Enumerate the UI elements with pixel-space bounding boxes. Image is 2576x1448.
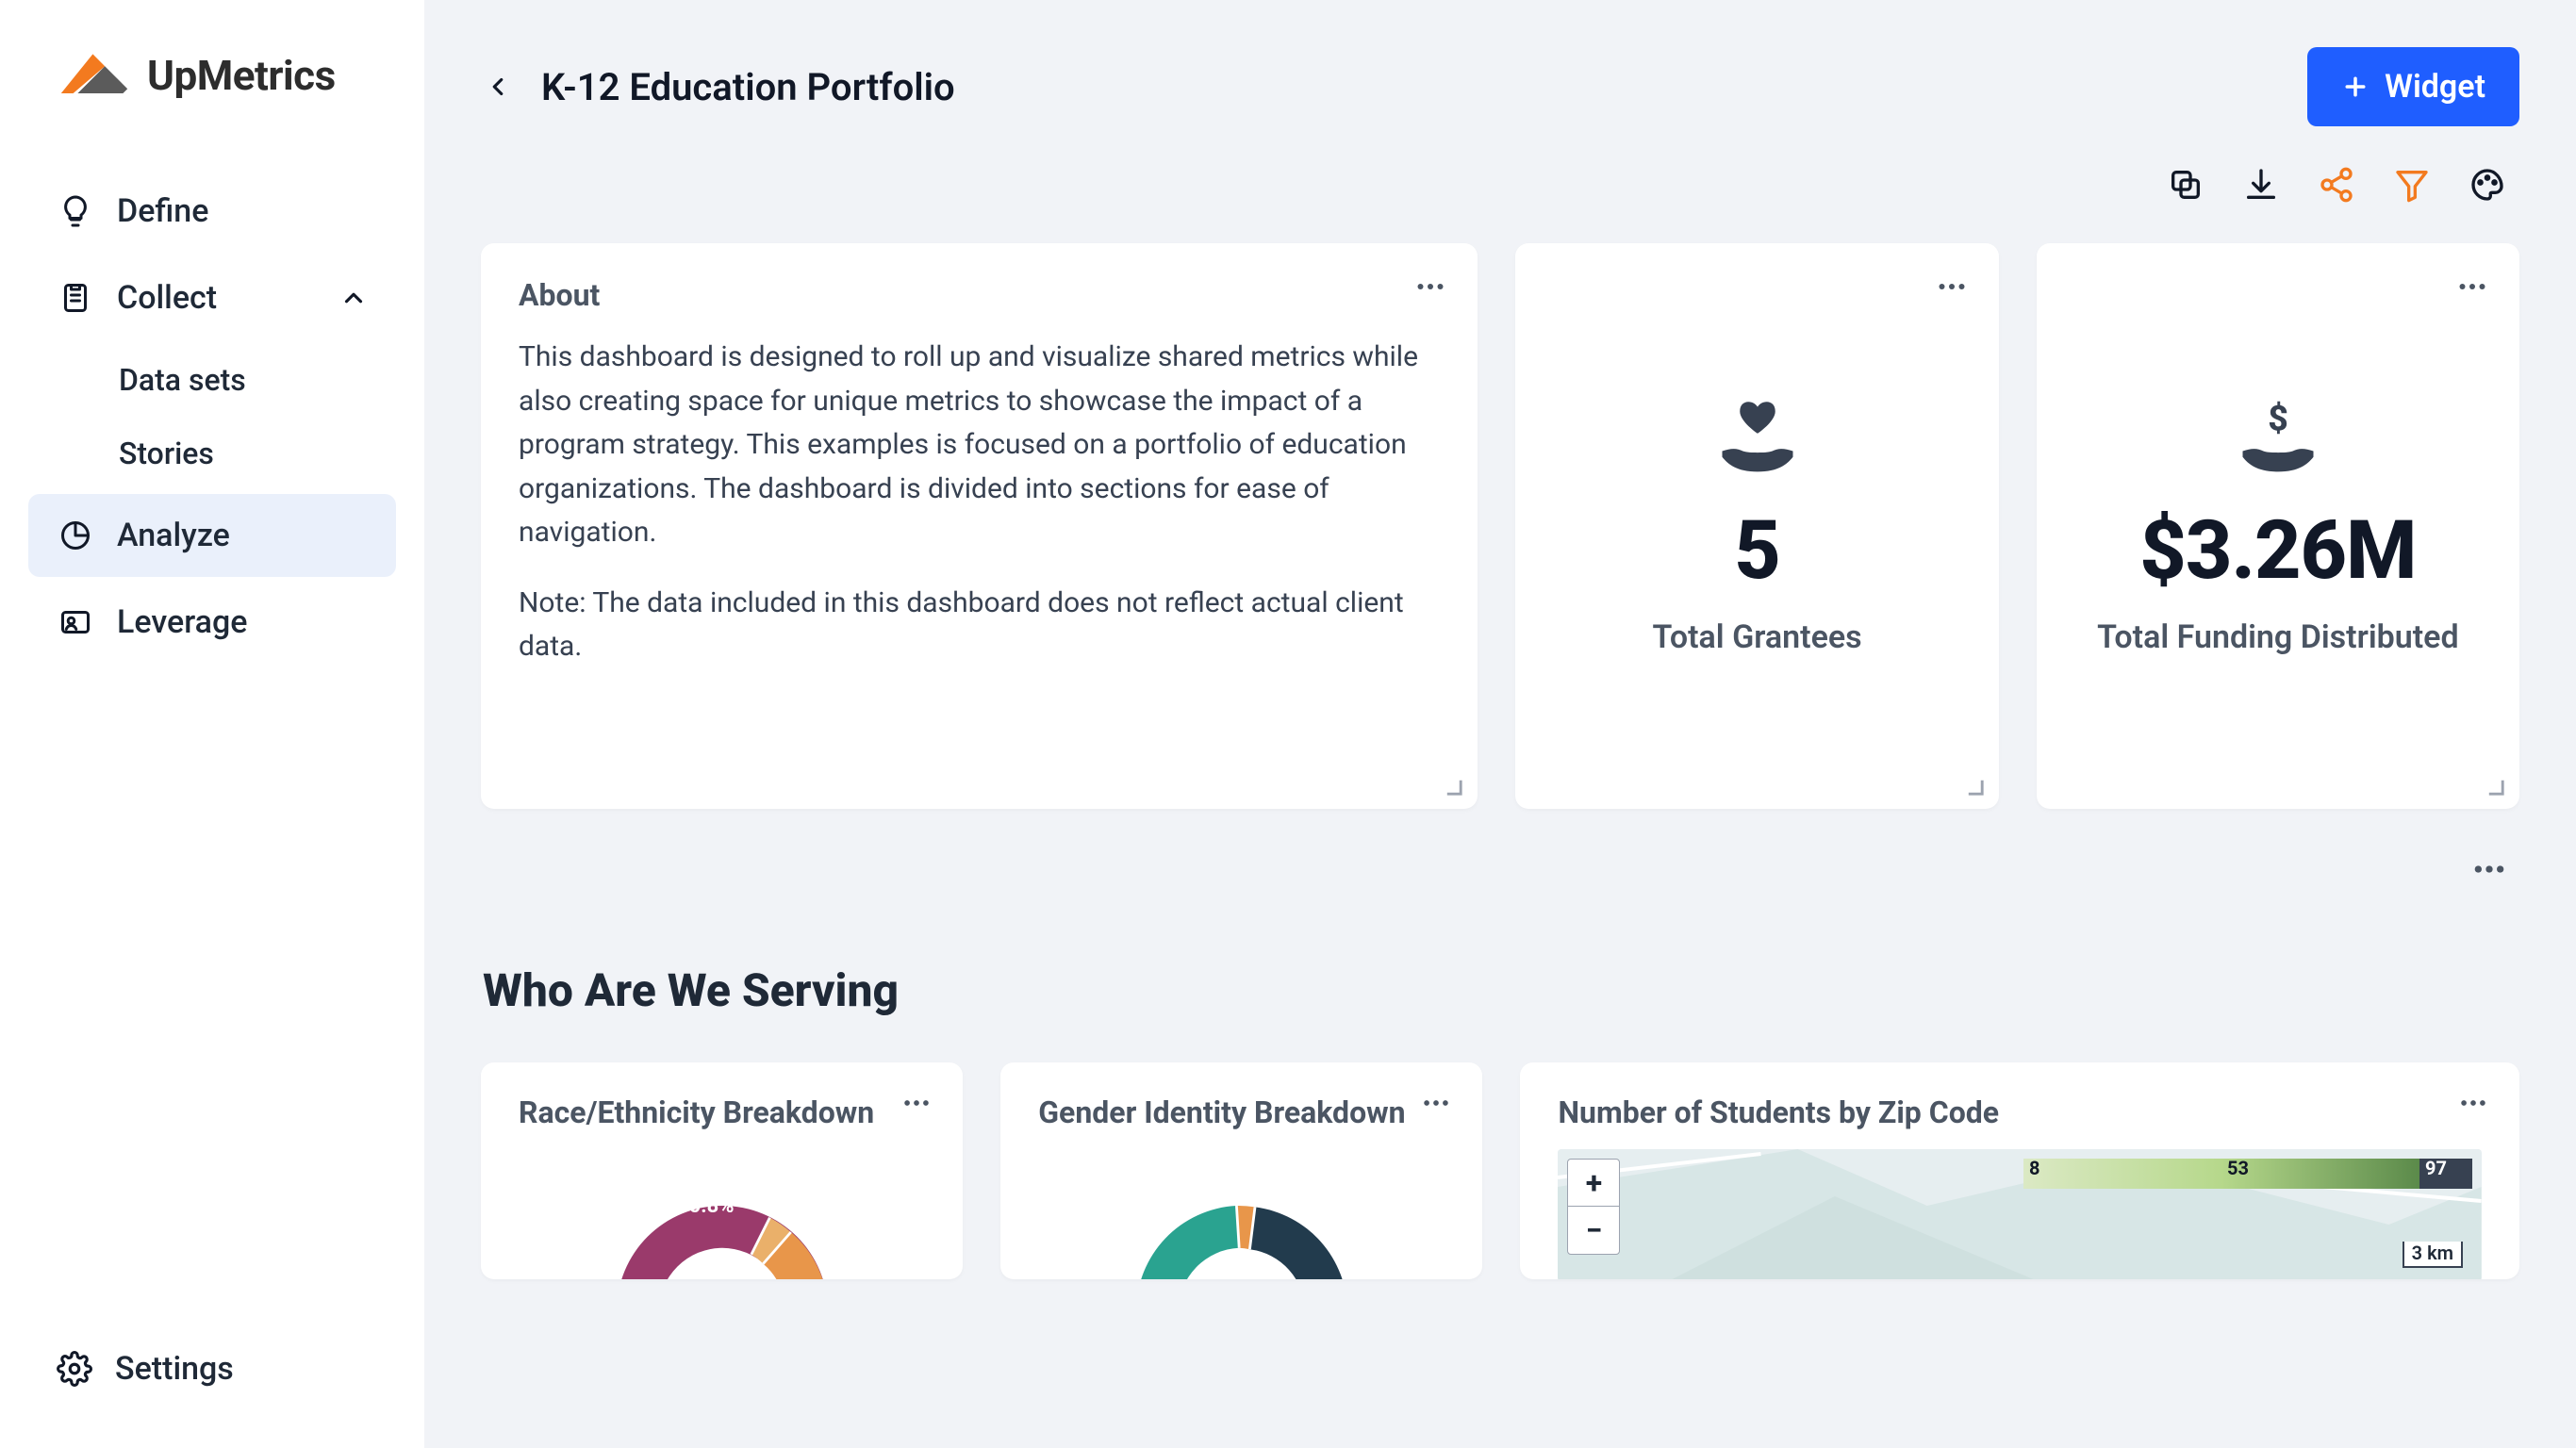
chevron-up-icon (339, 284, 368, 312)
brand-name: UpMetrics (147, 51, 336, 100)
race-label-a: 3.1% (652, 1170, 698, 1193)
dollar-hand-icon: $ (2231, 397, 2325, 482)
race-ethnicity-title: Race/Ethnicity Breakdown (519, 1094, 925, 1130)
add-widget-label: Widget (2385, 68, 2485, 106)
sidebar-item-label: Analyze (117, 517, 230, 554)
download-icon[interactable] (2240, 164, 2282, 206)
more-icon[interactable] (1935, 270, 1969, 304)
about-para-2: Note: The data included in this dashboar… (519, 582, 1440, 669)
sidebar-item-analyze[interactable]: Analyze (28, 494, 396, 577)
map-zoom-controls: + − (1567, 1159, 1620, 1255)
resize-handle-icon[interactable] (1445, 779, 1462, 796)
svg-text:$: $ (2268, 398, 2288, 439)
about-card-title: About (519, 277, 1440, 313)
zip-code-card: Number of Students by Zip Code + − (1520, 1062, 2519, 1279)
race-ethnicity-chart: 3.1% 10.8% (519, 1153, 925, 1279)
page-title: K-12 Education Portfolio (541, 65, 955, 109)
map-zoom-out[interactable]: − (1568, 1207, 1619, 1254)
who-serving-cards: Race/Ethnicity Breakdown (481, 1062, 2519, 1279)
sidebar-item-label: Collect (117, 279, 217, 317)
summary-cards-row: About This dashboard is designed to roll… (481, 243, 2519, 809)
sidebar: UpMetrics Define Collect Data sets (0, 0, 424, 1448)
copy-icon[interactable] (2165, 164, 2206, 206)
collect-subnav: Data sets Stories (28, 343, 396, 490)
sidebar-nav: Define Collect Data sets Stories Ana (28, 170, 396, 664)
toolbar (481, 164, 2519, 206)
about-card-body: This dashboard is designed to roll up an… (519, 336, 1440, 669)
total-grantees-card: 5 Total Grantees (1515, 243, 1998, 809)
logo-icon (57, 38, 132, 113)
brand-logo[interactable]: UpMetrics (28, 38, 396, 113)
clipboard-icon (57, 279, 94, 317)
filter-icon[interactable] (2391, 164, 2433, 206)
gender-identity-card: Gender Identity Breakdown (1000, 1062, 1482, 1279)
plus-icon (2341, 73, 2370, 101)
resize-handle-icon[interactable] (2487, 779, 2504, 796)
gender-identity-chart (1038, 1153, 1445, 1279)
sidebar-item-label: Leverage (117, 603, 247, 641)
sidebar-item-collect[interactable]: Collect (28, 256, 396, 339)
back-button[interactable] (481, 70, 515, 104)
funding-value: $3.26M (2139, 502, 2416, 598)
sidebar-item-label: Settings (115, 1350, 234, 1388)
section-menu (481, 850, 2519, 888)
add-widget-button[interactable]: Widget (2307, 47, 2519, 126)
gear-icon (57, 1351, 92, 1387)
total-funding-card: $ $3.26M Total Funding Distributed (2037, 243, 2519, 809)
heart-hand-icon (1710, 397, 1805, 482)
race-label-b: 10.8% (677, 1194, 735, 1218)
more-icon[interactable] (1420, 1087, 1452, 1119)
sidebar-item-leverage[interactable]: Leverage (28, 581, 396, 664)
more-icon[interactable] (2457, 1087, 2489, 1119)
more-icon[interactable] (1413, 270, 1447, 304)
share-icon[interactable] (2316, 164, 2357, 206)
sidebar-item-define[interactable]: Define (28, 170, 396, 253)
main-content: K-12 Education Portfolio Widget (424, 0, 2576, 1448)
more-icon[interactable] (2470, 850, 2508, 888)
lightbulb-icon (57, 192, 94, 230)
sidebar-item-label: Define (117, 192, 208, 230)
legend-max: 97 (2425, 1157, 2447, 1179)
map-widget[interactable]: + − 8 53 97 3 km (1558, 1149, 2482, 1279)
user-card-icon (57, 603, 94, 641)
section-title-who-serving: Who Are We Serving (481, 963, 2519, 1017)
map-legend: 8 53 97 (2023, 1159, 2472, 1189)
race-ethnicity-card: Race/Ethnicity Breakdown (481, 1062, 963, 1279)
funding-label: Total Funding Distributed (2097, 618, 2458, 656)
legend-mid: 53 (2227, 1157, 2249, 1179)
grantees-value: 5 (1734, 502, 1780, 598)
map-scale: 3 km (2403, 1242, 2463, 1268)
sidebar-item-settings[interactable]: Settings (28, 1327, 396, 1410)
zip-code-title: Number of Students by Zip Code (1558, 1094, 2482, 1130)
legend-min: 8 (2029, 1157, 2039, 1179)
sidebar-item-stories[interactable]: Stories (28, 417, 396, 490)
map-zoom-in[interactable]: + (1568, 1160, 1619, 1207)
about-para-1: This dashboard is designed to roll up an… (519, 336, 1440, 555)
resize-handle-icon[interactable] (1967, 779, 1984, 796)
more-icon[interactable] (900, 1087, 933, 1119)
grantees-label: Total Grantees (1653, 618, 1862, 656)
palette-icon[interactable] (2467, 164, 2508, 206)
pie-chart-icon (57, 517, 94, 554)
header-bar: K-12 Education Portfolio Widget (481, 47, 2519, 126)
about-card: About This dashboard is designed to roll… (481, 243, 1478, 809)
gender-identity-title: Gender Identity Breakdown (1038, 1094, 1445, 1130)
more-icon[interactable] (2455, 270, 2489, 304)
sidebar-item-data-sets[interactable]: Data sets (28, 343, 396, 417)
